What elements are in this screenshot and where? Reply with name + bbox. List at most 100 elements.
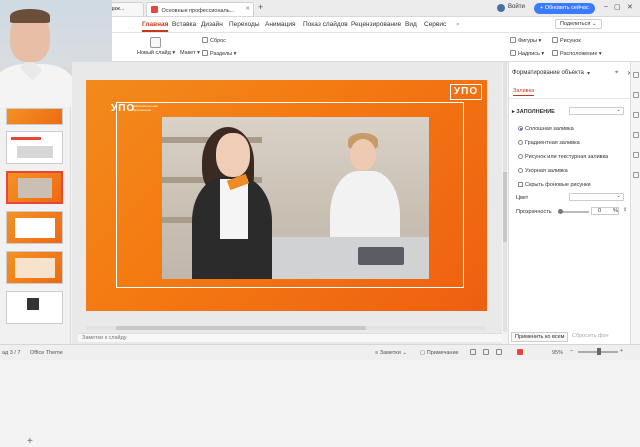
side-tool-4-icon[interactable]: [633, 132, 639, 138]
hide-background-checkbox[interactable]: [518, 182, 523, 187]
fill-type-dropdown[interactable]: [569, 106, 624, 115]
new-slide-label: Новый слайд: [137, 50, 171, 56]
horizontal-scrollbar[interactable]: [86, 326, 486, 330]
panel-options-icon[interactable]: ▾: [587, 70, 590, 77]
arrange-label: Расположение: [560, 51, 598, 57]
horizontal-scroll-thumb[interactable]: [116, 326, 366, 330]
transparency-unit: %: [613, 208, 618, 214]
update-now-button[interactable]: + Обновить сейчас: [534, 3, 595, 14]
comments-toggle[interactable]: ▢ Примечание: [420, 350, 459, 356]
slide-thumbnail-3[interactable]: [6, 171, 63, 204]
side-tool-2-icon[interactable]: [633, 92, 639, 98]
sections-button[interactable]: Разделы ▾: [202, 50, 236, 57]
side-tool-5-icon[interactable]: [633, 152, 639, 158]
notes-toggle[interactable]: ≡ Заметки ⌄: [375, 350, 407, 356]
tab-fill[interactable]: Заливка: [513, 88, 535, 96]
textbox-button[interactable]: Надпись ▾: [510, 50, 544, 57]
slide-thumbnail-4[interactable]: [6, 211, 63, 244]
document-tab[interactable]: Основные профессиональ... ✕: [146, 2, 254, 16]
notes-toggle-label: Заметки: [379, 350, 401, 356]
login-link[interactable]: Войти: [508, 4, 525, 10]
minimize-icon[interactable]: –: [604, 3, 608, 10]
picture-button[interactable]: Рисунок: [552, 37, 581, 44]
photo-person-1-face: [216, 133, 250, 177]
fill-section-label: ЗАПОЛНЕНИЕ: [516, 109, 555, 115]
maximize-icon[interactable]: ▢: [614, 3, 621, 11]
panel-separator: [509, 98, 640, 99]
transparency-slider-knob[interactable]: [558, 209, 563, 214]
notes-placeholder: Заметки к слайду: [82, 335, 127, 341]
reset-background-button[interactable]: Сбросить фон: [569, 332, 612, 342]
share-button[interactable]: Поделиться ⌄: [555, 19, 602, 29]
panel-pin-icon[interactable]: ⌖: [615, 70, 618, 77]
thumb-3-photo: [18, 178, 52, 198]
apply-to-all-button[interactable]: Применить ко всем: [511, 332, 569, 342]
menu-review[interactable]: Рецензирование: [351, 21, 401, 28]
new-slide-button[interactable]: Новый слайд ▾: [137, 50, 175, 56]
slide-thumbnails-panel: +: [0, 107, 71, 447]
color-picker-dropdown[interactable]: [569, 192, 624, 201]
status-bar: ад 3 / 7 Office Theme ≡ Заметки ⌄ ▢ Прим…: [0, 344, 640, 360]
radio-pattern-fill[interactable]: [518, 168, 523, 173]
zoom-slider-knob[interactable]: [597, 348, 601, 355]
theme-name: Office Theme: [30, 350, 63, 356]
pattern-fill-label: Узорная заливка: [525, 168, 568, 174]
transparency-spinner-icon[interactable]: ⇕: [623, 207, 627, 213]
user-avatar-icon[interactable]: [497, 4, 505, 12]
side-tool-1-icon[interactable]: [633, 72, 639, 78]
layout-button[interactable]: Макет ▾: [180, 50, 200, 56]
zoom-level[interactable]: 95%: [552, 350, 563, 356]
textbox-label: Надпись: [518, 51, 540, 57]
photo-cash-register: [358, 247, 404, 265]
slide-photo-shop-assistants[interactable]: [162, 117, 429, 279]
hide-background-label: Скрыть фоновые рисунки: [525, 182, 591, 188]
reset-icon: [202, 37, 208, 43]
menu-transitions[interactable]: Переходы: [229, 21, 260, 28]
shapes-button[interactable]: Фигуры ▾: [510, 37, 541, 44]
fill-section-header[interactable]: ▸ ЗАПОЛНЕНИЕ: [512, 109, 555, 115]
thumb-5-bg: [7, 252, 62, 283]
slide-thumbnail-1[interactable]: [6, 108, 63, 125]
menu-slideshow[interactable]: Показ слайдов: [303, 21, 348, 28]
thumb-4-content: [15, 218, 55, 238]
vertical-scrollbar[interactable]: [503, 62, 507, 332]
notes-pane[interactable]: Заметки к слайду: [78, 333, 502, 342]
radio-solid-fill[interactable]: [518, 126, 523, 131]
side-tool-6-icon[interactable]: [633, 172, 639, 178]
reset-button[interactable]: Сброс: [202, 37, 226, 44]
radio-picture-fill[interactable]: [518, 154, 523, 159]
reading-view-icon[interactable]: [496, 349, 502, 355]
search-icon[interactable]: ⌕: [456, 21, 460, 29]
zoom-in-icon[interactable]: +: [620, 348, 623, 354]
menu-view[interactable]: Вид: [405, 21, 417, 28]
sections-icon: [202, 50, 208, 56]
arrange-button[interactable]: Расположение ▾: [552, 50, 602, 57]
format-object-panel: Форматирование объекта ▾ ⌖ ✕ Заливка ▸ З…: [508, 62, 640, 344]
slide-thumbnail-2[interactable]: [6, 131, 63, 164]
new-slide-icon[interactable]: [150, 37, 161, 48]
zoom-out-icon[interactable]: –: [570, 348, 573, 354]
photo-person-2-face: [350, 139, 376, 171]
slide-thumbnail-6[interactable]: [6, 291, 63, 324]
shapes-icon: [510, 37, 516, 43]
close-tab-icon[interactable]: ✕: [245, 6, 250, 12]
new-tab-icon[interactable]: +: [258, 2, 263, 12]
slide-thumbnail-5[interactable]: [6, 251, 63, 284]
wps-presentation-icon: [151, 6, 158, 13]
slideshow-play-icon[interactable]: [517, 349, 523, 355]
add-slide-icon[interactable]: +: [27, 436, 33, 447]
menu-insert[interactable]: Вставка: [172, 21, 196, 28]
side-tool-3-icon[interactable]: [633, 112, 639, 118]
radio-gradient-fill[interactable]: [518, 140, 523, 145]
menu-tools[interactable]: Сервис: [424, 21, 446, 28]
normal-view-icon[interactable]: [470, 349, 476, 355]
vertical-scroll-thumb[interactable]: [503, 172, 507, 242]
current-slide[interactable]: УПО Образовательная Организация УПО: [86, 80, 487, 311]
menu-animation[interactable]: Анимация: [265, 21, 296, 28]
transparency-slider[interactable]: [561, 211, 589, 213]
slide-sorter-icon[interactable]: [483, 349, 489, 355]
menu-home[interactable]: Главная: [142, 21, 169, 32]
menu-design[interactable]: Дизайн: [201, 21, 223, 28]
picture-fill-label: Рисунок или текстурная заливка: [525, 154, 609, 160]
close-window-icon[interactable]: ✕: [627, 3, 633, 11]
